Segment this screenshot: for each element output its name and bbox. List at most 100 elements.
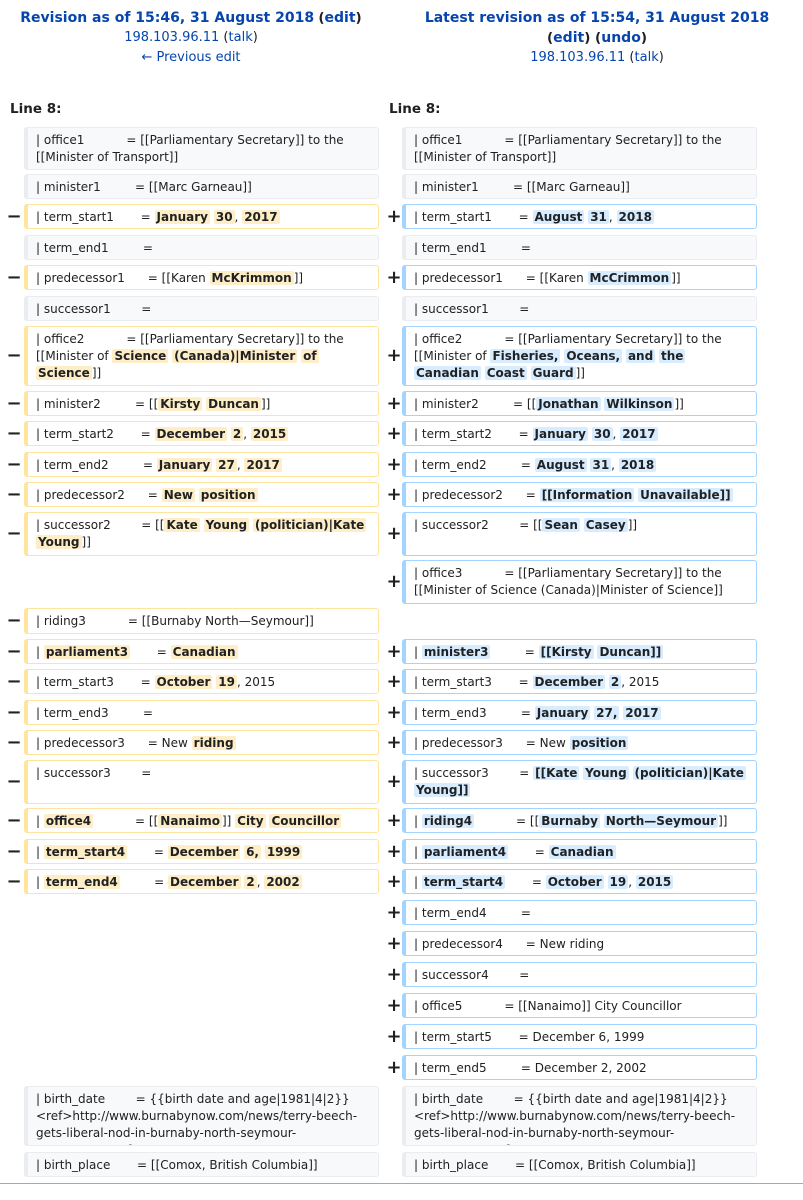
- left-revision-title[interactable]: Revision as of 15:46, 31 August 2018: [20, 10, 314, 26]
- diff-row: − | term_end3 = + | term_end3 = January 27,…: [0, 700, 803, 725]
- plus-marker: +: [386, 641, 402, 662]
- diff-row: − | successor2 = [[Kate Young (politician…: [0, 512, 803, 556]
- right-revision-title[interactable]: Latest revision as of 15:54, 31 August 2…: [425, 10, 769, 26]
- plus-marker: +: [386, 484, 402, 505]
- left-line-number: Line 8:: [10, 101, 62, 117]
- diff-row: − | term_end2 = January 27, 2017 + | term_e…: [0, 452, 803, 477]
- diff-row: | birth_place = [[Comox, British Columbi…: [0, 1152, 803, 1177]
- left-deleted-line: | term_end4 = December 2, 2002: [24, 869, 379, 894]
- diff-row: − | office4 = [[Nanaimo]] City Councillor…: [0, 808, 803, 833]
- right-added-line: | office3 = [[Parliamentary Secretary]] …: [402, 560, 757, 604]
- diff-row: − | minister2 = [[Kirsty Duncan]] + | minis…: [0, 391, 803, 416]
- left-context-line: | birth_place = [[Comox, British Columbi…: [24, 1152, 379, 1177]
- right-added-line: | term_end3 = January 27, 2017: [402, 700, 757, 725]
- left-deleted-line: | successor2 = [[Kate Young (politician)…: [24, 512, 379, 556]
- left-context-line: | successor1 =: [24, 296, 379, 321]
- left-deleted-line: | term_start3 = October 19, 2015: [24, 669, 379, 694]
- right-added-line: | predecessor4 = New riding: [402, 931, 757, 956]
- left-deleted-line: | office4 = [[Nanaimo]] City Councillor: [24, 808, 379, 833]
- right-added-line: | predecessor1 = [[Karen McCrimmon]]: [402, 265, 757, 290]
- minus-marker: −: [6, 345, 22, 366]
- plus-marker: +: [386, 423, 402, 444]
- right-added-line: | term_start1 = August 31, 2018: [402, 204, 757, 229]
- plus-marker: +: [386, 902, 402, 923]
- minus-marker: −: [6, 484, 22, 505]
- diff-row: − | predecessor3 = New riding + | predecess…: [0, 730, 803, 755]
- diff-row: − | successor3 = + | successor3 = [[Kate Yo…: [0, 760, 803, 804]
- previous-edit-link[interactable]: ← Previous edit: [141, 50, 240, 65]
- right-added-line: | term_start3 = December 2, 2015: [402, 669, 757, 694]
- plus-marker: +: [386, 771, 402, 792]
- plus-marker: +: [386, 1057, 402, 1078]
- left-talk-link[interactable]: talk: [229, 30, 253, 45]
- right-added-line: | successor3 = [[Kate Young (politician)…: [402, 760, 757, 804]
- diff-row: − | term_start4 = December 6, 1999 + | parl…: [0, 839, 803, 864]
- right-edit-link[interactable]: edit: [553, 30, 584, 46]
- left-deleted-line: | predecessor1 = [[Karen McKrimmon]]: [24, 265, 379, 290]
- right-user-link[interactable]: 198.103.96.11: [530, 50, 625, 65]
- plus-marker: +: [386, 871, 402, 892]
- right-context-line: | birth_place = [[Comox, British Columbi…: [402, 1152, 757, 1177]
- left-deleted-line: | predecessor3 = New riding: [24, 730, 379, 755]
- minus-marker: −: [6, 267, 22, 288]
- right-added-line: | riding4 = [[Burnaby North—Seymour]]: [402, 808, 757, 833]
- diff-row: − | office2 = [[Parliamentary Secretary]]…: [0, 326, 803, 386]
- left-deleted-line: | term_start1 = January 30, 2017: [24, 204, 379, 229]
- minus-marker: −: [6, 206, 22, 227]
- minus-marker: −: [6, 771, 22, 792]
- right-context-line: | office1 = [[Parliamentary Secretary]] …: [402, 127, 757, 170]
- diff-row: + | office5 = [[Nanaimo]] City Councillor: [0, 993, 803, 1018]
- right-line-number: Line 8:: [389, 101, 441, 117]
- left-user-link[interactable]: 198.103.96.11: [124, 30, 219, 45]
- minus-marker: −: [6, 841, 22, 862]
- diff-row: | office1 = [[Parliamentary Secretary]] …: [0, 127, 803, 170]
- bottom-divider: [0, 1183, 803, 1184]
- minus-marker: −: [6, 732, 22, 753]
- left-deleted-line: | term_end3 =: [24, 700, 379, 725]
- plus-marker: +: [386, 523, 402, 544]
- plus-marker: +: [386, 1026, 402, 1047]
- diff-row: | term_end1 = | term_end1 =: [0, 235, 803, 260]
- diff-row: | minister1 = [[Marc Garneau]] | minister…: [0, 174, 803, 199]
- diff-row: − | term_start2 = December 2, 2015 + | term…: [0, 421, 803, 446]
- diff-row: − | predecessor2 = New position + | predece…: [0, 482, 803, 507]
- left-deleted-line: | successor3 =: [24, 760, 379, 804]
- diff-row: + | term_end5 = December 2, 2002: [0, 1055, 803, 1080]
- undo-link[interactable]: undo: [601, 30, 641, 46]
- right-added-line: | term_start2 = January 30, 2017: [402, 421, 757, 446]
- right-added-line: | parliament4 = Canadian: [402, 839, 757, 864]
- right-talk-link[interactable]: talk: [635, 50, 659, 65]
- left-deleted-line: | parliament3 = Canadian: [24, 639, 379, 664]
- diff-row: | birth_date = {{birth date and age|1981…: [0, 1086, 803, 1146]
- plus-marker: +: [386, 345, 402, 366]
- right-context-line: | successor1 =: [402, 296, 757, 321]
- right-added-line: | predecessor2 = [[Information Unavailab…: [402, 482, 757, 507]
- minus-marker: −: [6, 671, 22, 692]
- left-deleted-line: | term_start4 = December 6, 1999: [24, 839, 379, 864]
- plus-marker: +: [386, 732, 402, 753]
- right-added-line: | minister2 = [[Jonathan Wilkinson]]: [402, 391, 757, 416]
- plus-marker: +: [386, 671, 402, 692]
- right-added-line: | successor2 = [[Sean Casey]]: [402, 512, 757, 556]
- right-added-line: | office2 = [[Parliamentary Secretary]] …: [402, 326, 757, 386]
- right-context-line: | term_end1 =: [402, 235, 757, 260]
- left-revision-header: Revision as of 15:46, 31 August 2018 (ed…: [20, 10, 362, 65]
- left-deleted-line: | predecessor2 = New position: [24, 482, 379, 507]
- diff-row: + | term_start5 = December 6, 1999: [0, 1024, 803, 1049]
- plus-marker: +: [386, 933, 402, 954]
- minus-marker: −: [6, 423, 22, 444]
- right-revision-header: Latest revision as of 15:54, 31 August 2…: [424, 10, 770, 65]
- plus-marker: +: [386, 702, 402, 723]
- right-added-line: | successor4 =: [402, 962, 757, 987]
- diff-row: + | office3 = [[Parliamentary Secretary]]…: [0, 560, 803, 604]
- diff-row: − | riding3 = [[Burnaby North—Seymour]]: [0, 608, 803, 634]
- minus-marker: −: [6, 610, 22, 631]
- left-context-line: | birth_date = {{birth date and age|1981…: [24, 1086, 379, 1146]
- left-deleted-line: | term_start2 = December 2, 2015: [24, 421, 379, 446]
- left-edit-link[interactable]: edit: [325, 10, 356, 26]
- right-context-line: | minister1 = [[Marc Garneau]]: [402, 174, 757, 199]
- left-deleted-line: | riding3 = [[Burnaby North—Seymour]]: [24, 608, 379, 634]
- left-deleted-line: | office2 = [[Parliamentary Secretary]] …: [24, 326, 379, 386]
- plus-marker: +: [386, 841, 402, 862]
- right-added-line: | office5 = [[Nanaimo]] City Councillor: [402, 993, 757, 1018]
